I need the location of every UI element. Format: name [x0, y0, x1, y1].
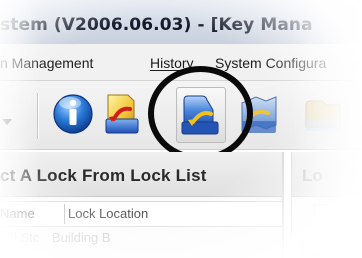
lock-list-header: ct A Lock From Lock List: [0, 152, 282, 197]
column-header-lock-location[interactable]: Lock Location: [64, 204, 148, 224]
lock-detail-panel: Lo: [291, 152, 362, 258]
lock-detail-field[interactable]: [314, 204, 362, 256]
highlight-circle: [148, 66, 253, 161]
info-button[interactable]: [50, 89, 96, 139]
lock-list-column-headers: Name Lock Location: [0, 201, 282, 227]
lock-list-panel: ct A Lock From Lock List Name Lock Locat…: [0, 152, 284, 258]
toolbar-separator: [37, 93, 38, 139]
lock-detail-title: Lo: [302, 166, 323, 185]
title-bar: stem (V2006.06.03) - [Key Mana: [0, 0, 362, 45]
cell-lock-location: Building B: [52, 230, 111, 245]
toolbar-overflow-arrow-icon[interactable]: [2, 119, 12, 125]
lock-list-title: ct A Lock From Lock List: [0, 166, 207, 185]
window-title: stem (V2006.06.03) - [Key Mana: [0, 15, 313, 35]
lock-detail-header: Lo: [292, 152, 362, 197]
load-lock-button[interactable]: [100, 89, 146, 139]
app-window: stem (V2006.06.03) - [Key Mana n Managem…: [0, 0, 362, 258]
lock-document-red-arrow-icon: [105, 94, 139, 134]
folder-icon: [305, 100, 341, 131]
divider: [302, 240, 307, 254]
column-header-name[interactable]: Name: [0, 206, 62, 221]
open-folder-button[interactable]: [300, 89, 346, 139]
table-row[interactable]: l Stc Building B: [0, 228, 282, 250]
cell-name: l Stc: [14, 230, 40, 245]
menu-item-system-configuration[interactable]: System Configura: [215, 55, 326, 71]
info-icon: [53, 94, 93, 134]
menu-item-management[interactable]: n Management: [0, 55, 93, 71]
